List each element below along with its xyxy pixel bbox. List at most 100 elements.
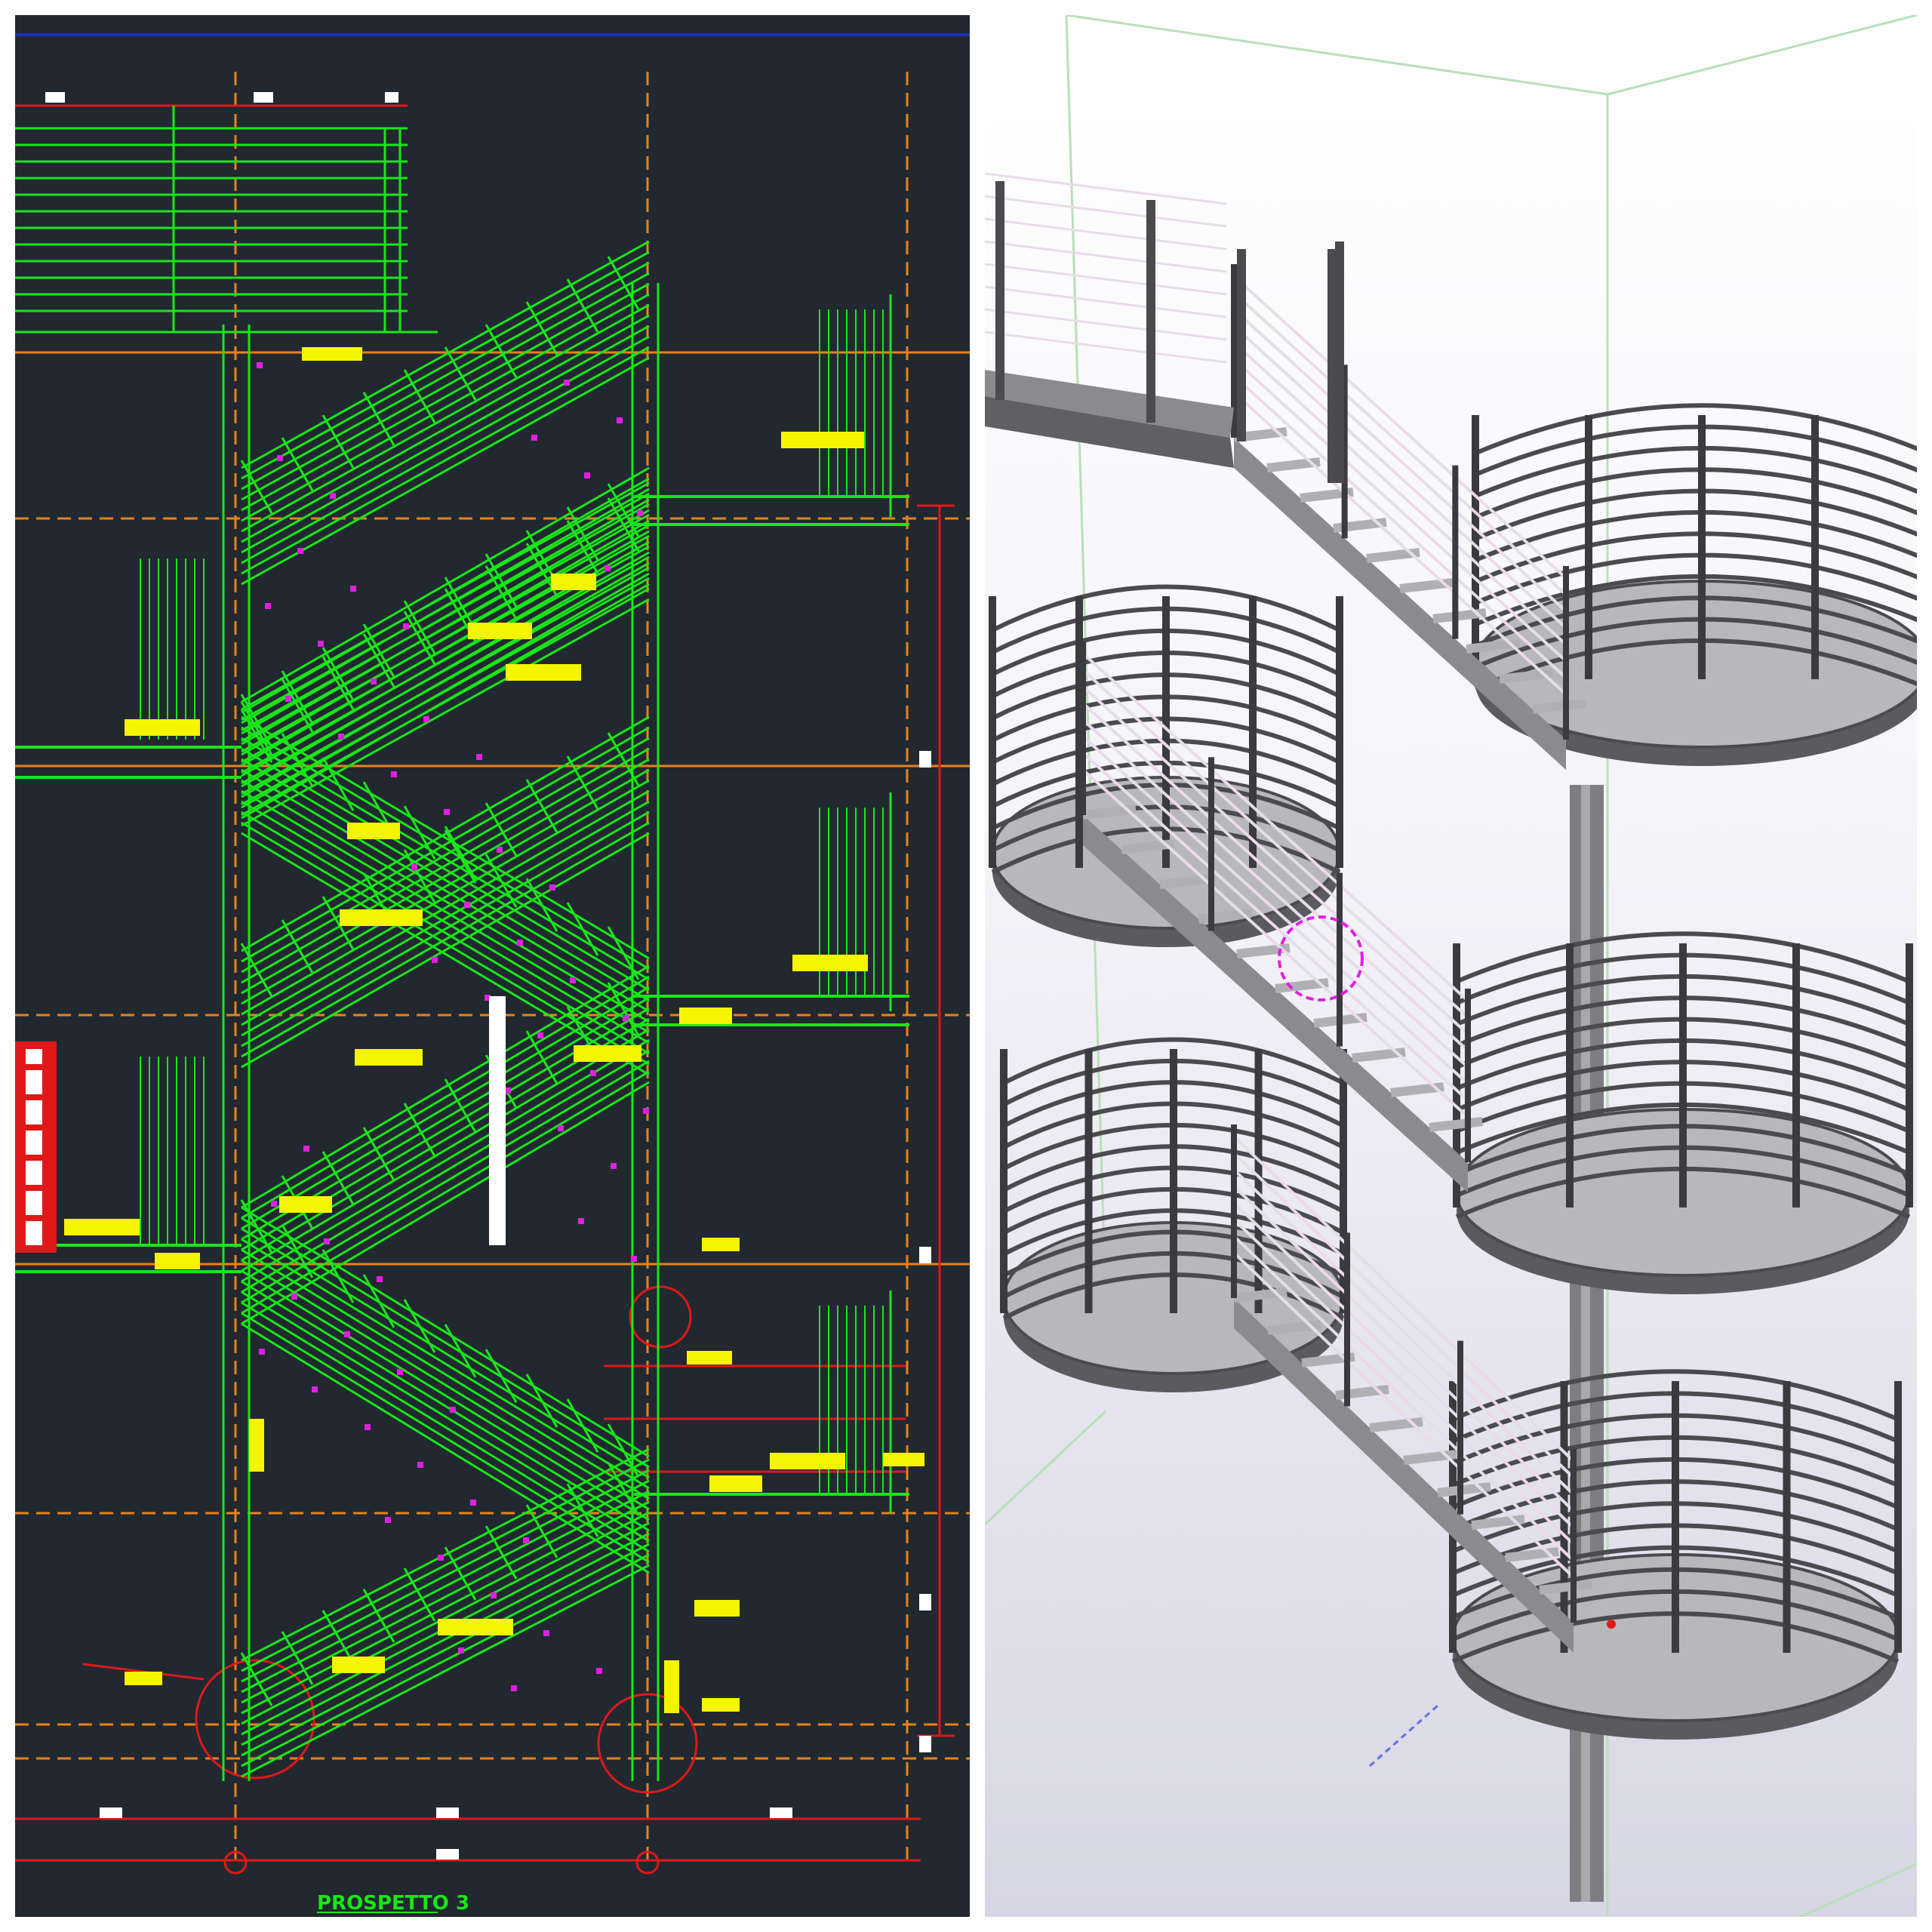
cad-marker-dot (385, 1517, 391, 1523)
cad-flight-stringer (241, 1280, 650, 1532)
cad-tag (355, 1049, 423, 1066)
cad-marker-dot (259, 1349, 265, 1355)
cad-flight-step (362, 1274, 395, 1328)
cad-tag (883, 1453, 924, 1466)
cad-flight-stringer (241, 261, 650, 491)
cad-flight-stringer (241, 1028, 650, 1272)
cad-tag (551, 574, 596, 590)
3d-flight-step (1429, 1117, 1483, 1132)
cad-marker-dot (617, 417, 623, 423)
cad-tag (125, 719, 200, 736)
cad-tag (664, 1660, 679, 1713)
cad-flight-step (566, 1398, 599, 1453)
cad-marker-dot (605, 565, 611, 571)
cad-marker-dot (423, 716, 429, 722)
3d-model-view (985, 15, 1917, 1917)
cad-flight-stringer (241, 1500, 650, 1715)
cad-marker-dot (417, 1462, 423, 1468)
cad-marker-dot (312, 1386, 318, 1392)
cad-marker-dot (543, 1630, 549, 1636)
cad-flight-step (403, 1299, 436, 1353)
cad-marker-dot (265, 603, 271, 609)
cad-marker-dot (558, 1125, 564, 1131)
cad-marker-dot (517, 940, 523, 946)
cad-marker-dot (491, 1592, 497, 1598)
cad-marker-dot (590, 1070, 596, 1076)
cad-tag (770, 1453, 845, 1469)
cad-marker-dot (523, 1537, 529, 1543)
cad-marker-dot (511, 1685, 517, 1691)
cad-tag (506, 664, 581, 681)
cad-flight-stringer (241, 534, 650, 764)
3d-model-canvas (985, 15, 1917, 1917)
cad-marker-dot (324, 1238, 330, 1244)
cad-marker-dot (391, 771, 397, 777)
cad-marker-dot (411, 864, 417, 870)
cad-tag (702, 1698, 740, 1712)
cad-flight-stringer (241, 1312, 650, 1564)
cad-flight-stringer (241, 303, 650, 533)
cad-tag (249, 1419, 264, 1472)
cad-tag (125, 1672, 162, 1685)
cad-top-walkway-railing (15, 106, 438, 334)
cad-flight-stringer (241, 251, 650, 480)
3d-origin-point (1607, 1620, 1616, 1629)
3d-flight-handrail (1232, 275, 1567, 580)
cad-marker-dot (403, 623, 409, 629)
3d-flight-stringer (1234, 438, 1566, 770)
cad-marker-dot (291, 1294, 297, 1300)
cad-marker-dot (623, 1015, 629, 1021)
cad-flight-stringer (241, 1217, 650, 1469)
cad-stair-flights (140, 240, 884, 1778)
cad-flight-stringer (241, 577, 650, 806)
cad-flight-stringer (241, 1227, 650, 1479)
cad-flight-stringer (241, 1291, 650, 1543)
cad-marker-dot (578, 1218, 584, 1224)
3d-flight-step (1532, 699, 1586, 714)
cad-elevation-view: PROSPETTO 3 (15, 15, 970, 1917)
cad-flight-stringer (241, 335, 650, 565)
cad-tag (302, 347, 362, 361)
cad-flight-stringer (241, 503, 650, 732)
cad-marker-dot (444, 809, 450, 815)
cad-flight-stringer (241, 272, 650, 501)
cad-marker-dot (531, 435, 537, 441)
cad-tag (792, 955, 868, 971)
cad-marker-dot (458, 1647, 464, 1654)
cad-marker-dot (277, 455, 283, 461)
cad-marker-dot (564, 380, 570, 386)
cad-marker-dot (611, 1163, 617, 1169)
cad-marker-dot (377, 1276, 383, 1282)
cad-tag (279, 1196, 332, 1213)
cad-marker-dot (497, 847, 503, 853)
cad-flight-stringer (241, 1269, 650, 1521)
cad-tag (709, 1475, 762, 1492)
cad-marker-dot (464, 902, 470, 908)
cad-marker-dot (371, 678, 377, 685)
cad-marker-dot (596, 1668, 602, 1674)
cad-view-title: PROSPETTO 3 (317, 1892, 469, 1915)
cad-marker-dot (285, 696, 291, 702)
cad-marker-dot (549, 884, 555, 891)
cad-marker-dot (330, 493, 336, 499)
cad-marker-dot (271, 1201, 277, 1207)
cad-flight-stringer (241, 293, 650, 522)
cad-marker-dot (570, 977, 576, 983)
cad-marker-dot (643, 1108, 649, 1114)
3d-flight-handrail (1232, 291, 1567, 596)
cad-marker-dot (537, 1032, 543, 1038)
cad-flight-stringer (241, 524, 650, 753)
cad-marker-dot (631, 1256, 637, 1262)
cad-tag (574, 1045, 641, 1062)
cad-flight-stringer (241, 1238, 650, 1490)
cad-tag (347, 823, 400, 839)
cad-marker-dot (470, 1500, 476, 1506)
cad-marker-dot (303, 1146, 309, 1152)
cad-flight-stringer (241, 1511, 650, 1725)
cad-marker-dot (350, 586, 356, 592)
cad-dimension-ticks (45, 92, 931, 1860)
cad-marker-dot (397, 1369, 403, 1375)
cad-flight-step (321, 1249, 355, 1303)
cad-tag (687, 1351, 732, 1364)
cad-marker-dot (476, 754, 482, 760)
